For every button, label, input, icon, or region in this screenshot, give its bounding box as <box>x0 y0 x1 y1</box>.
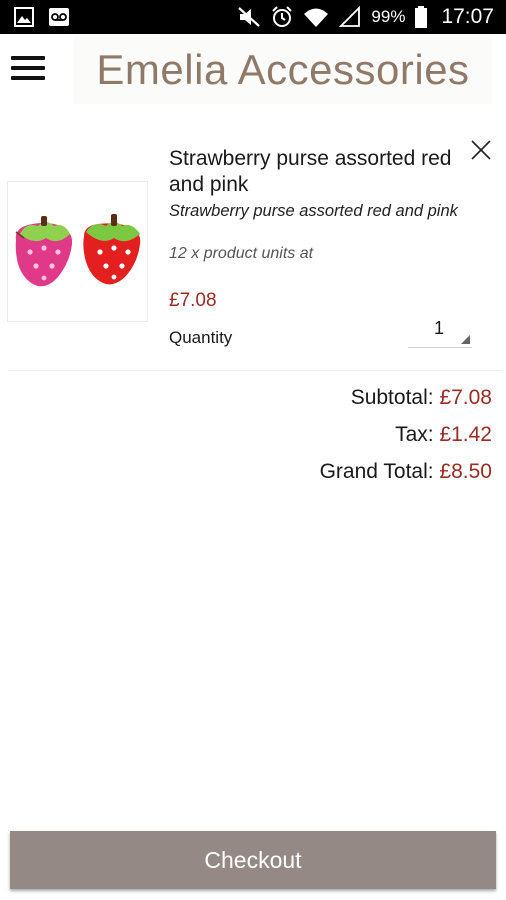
checkout-button[interactable]: Checkout <box>10 831 496 889</box>
product-title[interactable]: Strawberry purse assorted red and pink <box>169 146 459 198</box>
grand-total-value: £8.50 <box>439 460 492 483</box>
battery-percent: 99% <box>371 7 406 26</box>
mute-icon <box>238 7 261 27</box>
logo-text: Emelia Accessories <box>96 46 470 93</box>
subtotal-label: Subtotal: <box>350 386 434 409</box>
wifi-icon <box>304 8 329 27</box>
brand-logo[interactable]: Emelia Accessories <box>74 36 492 104</box>
quantity-dropdown[interactable]: 1 <box>408 316 472 348</box>
alarm-icon <box>272 6 293 27</box>
app-header: Emelia Accessories <box>0 34 506 106</box>
product-price: £7.08 <box>169 290 217 311</box>
subtotal-value: £7.08 <box>439 386 492 409</box>
tax-row: Tax: £1.42 <box>320 421 492 458</box>
product-image[interactable] <box>7 181 148 322</box>
grand-total-label: Grand Total: <box>319 460 434 483</box>
status-bar: 99% 17:07 <box>0 0 506 34</box>
quantity-label: Quantity <box>169 328 233 347</box>
remove-item-close-icon[interactable] <box>468 137 494 163</box>
status-time: 17:07 <box>441 5 494 28</box>
divider <box>8 370 502 371</box>
tax-value: £1.42 <box>439 423 492 446</box>
grand-total-row: Grand Total: £8.50 <box>320 458 492 495</box>
gallery-notification-icon <box>14 7 34 27</box>
hamburger-menu-icon[interactable] <box>11 56 45 84</box>
cart-item: Strawberry purse assorted red and pink S… <box>0 120 506 370</box>
signal-icon <box>339 6 361 27</box>
product-subtitle: Strawberry purse assorted red and pink <box>169 202 458 220</box>
dropdown-arrow-icon <box>461 335 470 344</box>
tax-label: Tax: <box>395 423 434 446</box>
battery-icon <box>415 6 428 28</box>
product-units-text: 12 x product units at <box>169 245 314 262</box>
strawberry-purse-image <box>15 214 141 287</box>
subtotal-row: Subtotal: £7.08 <box>320 384 492 421</box>
order-totals: Subtotal: £7.08 Tax: £1.42 Grand Total: … <box>320 384 492 495</box>
quantity-value: 1 <box>433 318 444 338</box>
voicemail-notification-icon <box>49 8 69 26</box>
